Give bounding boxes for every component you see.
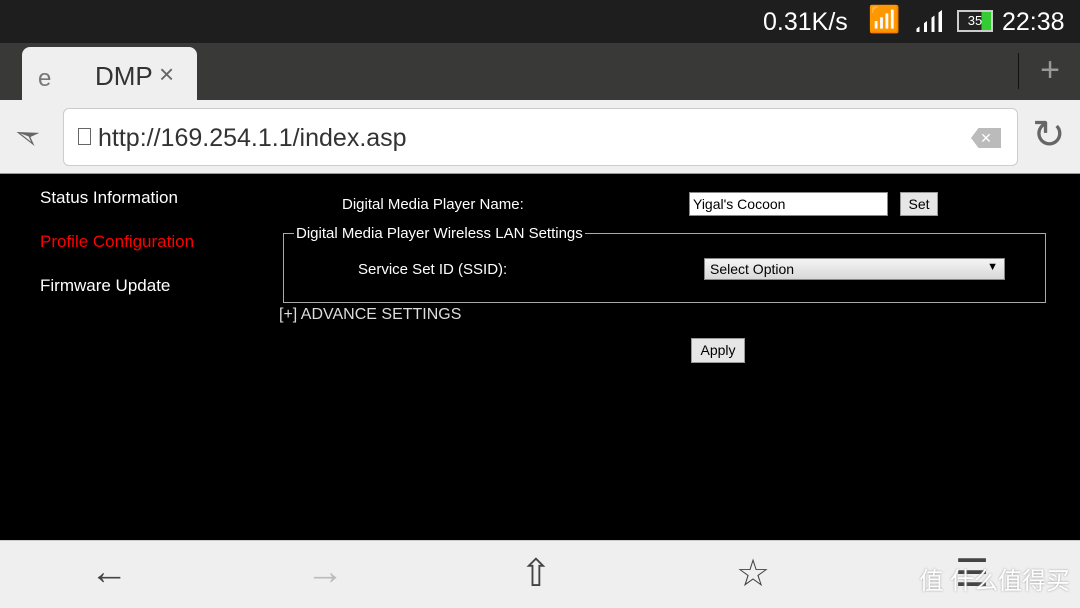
ssid-label: Service Set ID (SSID):: [358, 261, 508, 278]
close-tab-icon[interactable]: ×: [159, 59, 174, 90]
ssid-value: Select Option: [710, 261, 795, 277]
tab-bar: e DMP × +: [0, 43, 1080, 103]
home-icon[interactable]: ⇧: [520, 551, 552, 596]
address-bar: ➢ http://169.254.1.1/index.asp ✕ ↻: [0, 100, 1080, 174]
network-speed: 0.31K/s: [763, 8, 848, 36]
advance-settings-toggle[interactable]: [+] ADVANCE SETTINGS: [279, 306, 461, 324]
tab-prev-label: e: [38, 65, 52, 92]
ssid-select[interactable]: Select Option ▼: [704, 258, 1005, 280]
url-input[interactable]: http://169.254.1.1/index.asp ✕: [63, 108, 1018, 166]
sidebar-item-status[interactable]: Status Information: [40, 188, 178, 208]
url-text: http://169.254.1.1/index.asp: [98, 124, 407, 152]
back-icon[interactable]: ←: [90, 551, 128, 594]
dropdown-arrow-icon: ▼: [987, 261, 998, 273]
bookmark-star-icon[interactable]: ☆: [736, 551, 770, 596]
watermark: 值 什么值得买: [919, 568, 1070, 595]
player-name-input[interactable]: [689, 192, 888, 216]
tab-title: DMP: [95, 61, 153, 91]
reload-icon[interactable]: ↻: [1032, 112, 1066, 158]
send-icon[interactable]: ➢: [8, 115, 47, 160]
status-bar: 0.31K/s 📶 35 22:38: [0, 0, 1080, 43]
forward-icon[interactable]: →: [306, 551, 344, 594]
divider: [1018, 53, 1019, 89]
battery-icon: 35: [957, 10, 993, 32]
set-button[interactable]: Set: [900, 192, 938, 216]
page-icon: [78, 128, 91, 145]
signal-icon: [912, 10, 942, 32]
wlan-legend: Digital Media Player Wireless LAN Settin…: [296, 225, 583, 242]
clear-icon[interactable]: ✕: [971, 128, 1001, 148]
player-name-label: Digital Media Player Name:: [342, 196, 524, 213]
apply-button[interactable]: Apply: [691, 338, 745, 363]
wifi-icon: 📶: [868, 4, 901, 34]
sidebar-item-firmware[interactable]: Firmware Update: [40, 276, 170, 296]
clock: 22:38: [1002, 8, 1065, 36]
bottom-toolbar: ← → ⇧ ☆ ☰ 值 什么值得买: [0, 540, 1080, 608]
tab-dmp[interactable]: e DMP ×: [22, 47, 197, 103]
new-tab-button[interactable]: +: [1040, 51, 1060, 90]
sidebar-item-profile[interactable]: Profile Configuration: [40, 232, 194, 252]
